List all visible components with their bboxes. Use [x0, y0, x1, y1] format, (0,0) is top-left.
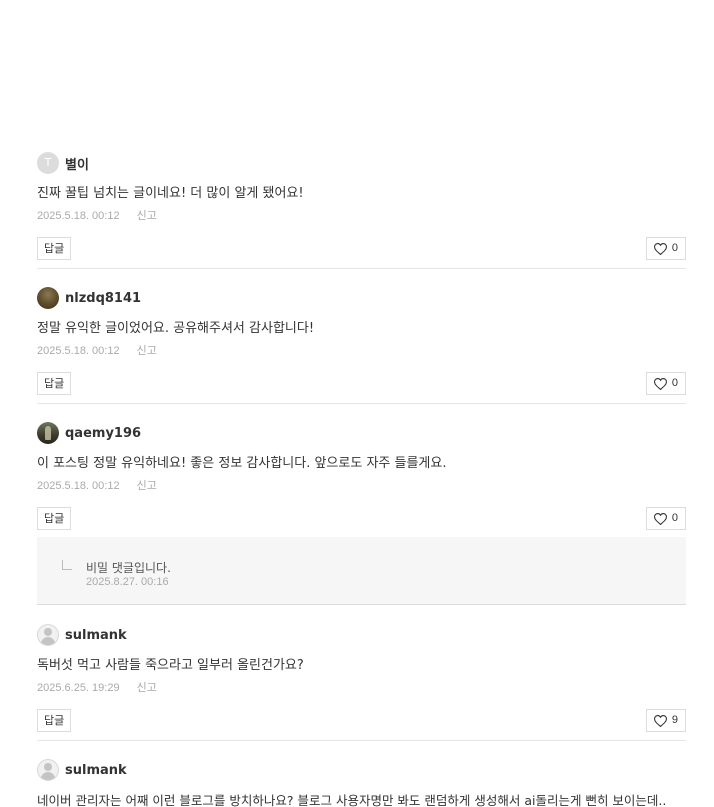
reply-branch-icon	[62, 560, 72, 570]
comment-date: 2025.5.18. 00:12	[37, 480, 120, 492]
comment-header: T 별이	[37, 151, 686, 175]
heart-outline-icon	[653, 377, 667, 390]
comment-author[interactable]: nlzdq8141	[65, 291, 141, 306]
heart-outline-icon	[653, 512, 667, 525]
comment-text: 독버섯 먹고 사람들 죽으라고 일부러 올린건가요?	[37, 658, 304, 673]
comment-item: nlzdq8141 정말 유익한 글이었어요. 공유해주셔서 감사합니다! 20…	[37, 286, 686, 396]
comment-meta: 2025.5.18. 00:12 신고	[37, 342, 686, 358]
like-count: 0	[671, 512, 678, 524]
like-count: 0	[671, 242, 678, 254]
divider	[37, 268, 686, 269]
comment-date: 2025.5.18. 00:12	[37, 345, 120, 357]
report-link[interactable]: 신고	[137, 480, 157, 492]
avatar[interactable]: T	[37, 152, 59, 174]
report-link[interactable]: 신고	[137, 345, 157, 357]
avatar[interactable]	[37, 759, 59, 781]
comment-author[interactable]: qaemy196	[65, 426, 141, 441]
comment-item: sulmank 독버섯 먹고 사람들 죽으라고 일부러 올린건가요? 2025.…	[37, 623, 686, 733]
heart-outline-icon	[653, 242, 667, 255]
reply-button[interactable]: 답글	[37, 709, 72, 732]
reply-button[interactable]: 답글	[37, 507, 72, 530]
comment-text: 네이버 관리자는 어째 이런 블로그를 방치하나요? 블로그 사용자명만 봐도 …	[37, 793, 667, 807]
comment-header: nlzdq8141	[37, 286, 686, 310]
comment-meta: 2025.6.25. 19:29 신고	[37, 679, 686, 695]
like-button[interactable]: 0	[645, 372, 686, 395]
like-button[interactable]: 0	[645, 237, 686, 260]
like-count: 9	[671, 714, 678, 726]
report-link[interactable]: 신고	[137, 210, 157, 222]
secret-reply-date: 2025.8.27. 00:16	[86, 576, 169, 588]
avatar[interactable]	[37, 422, 59, 444]
comment-author[interactable]: 별이	[65, 154, 89, 173]
report-link[interactable]: 신고	[137, 682, 157, 694]
comment-text: 정말 유익한 글이었어요. 공유해주셔서 감사합니다!	[37, 321, 315, 336]
secret-reply-label: 비밀 댓글입니다.	[86, 561, 171, 575]
divider	[37, 403, 686, 404]
comment-meta: 2025.5.18. 00:12 신고	[37, 477, 686, 493]
divider	[37, 604, 686, 605]
like-button[interactable]: 9	[645, 709, 686, 732]
divider	[37, 740, 686, 741]
comment-header: qaemy196	[37, 421, 686, 445]
reply-button[interactable]: 답글	[37, 237, 72, 260]
like-button[interactable]: 0	[645, 507, 686, 530]
comment-date: 2025.6.25. 19:29	[37, 682, 120, 694]
comment-item: sulmank 네이버 관리자는 어째 이런 블로그를 방치하나요? 블로그 사…	[37, 758, 686, 807]
secret-reply: 비밀 댓글입니다. 2025.8.27. 00:16	[37, 537, 686, 604]
like-count: 0	[671, 377, 678, 389]
comment-item: T 별이 진짜 꿀팁 넘치는 글이네요! 더 많이 알게 됐어요! 2025.5…	[37, 151, 686, 261]
comment-header: sulmank	[37, 623, 686, 647]
comment-text: 진짜 꿀팁 넘치는 글이네요! 더 많이 알게 됐어요!	[37, 186, 304, 201]
comment-author[interactable]: sulmank	[65, 628, 127, 643]
comment-header: sulmank	[37, 758, 686, 782]
avatar[interactable]	[37, 287, 59, 309]
comment-meta: 2025.5.18. 00:12 신고	[37, 207, 686, 223]
comment-text: 이 포스팅 정말 유익하네요! 좋은 정보 감사합니다. 앞으로도 자주 들를게…	[37, 456, 447, 471]
reply-button[interactable]: 답글	[37, 372, 72, 395]
comment-date: 2025.5.18. 00:12	[37, 210, 120, 222]
heart-outline-icon	[653, 714, 667, 727]
comment-author[interactable]: sulmank	[65, 763, 127, 778]
avatar[interactable]	[37, 624, 59, 646]
comment-item: qaemy196 이 포스팅 정말 유익하네요! 좋은 정보 감사합니다. 앞으…	[37, 421, 686, 531]
